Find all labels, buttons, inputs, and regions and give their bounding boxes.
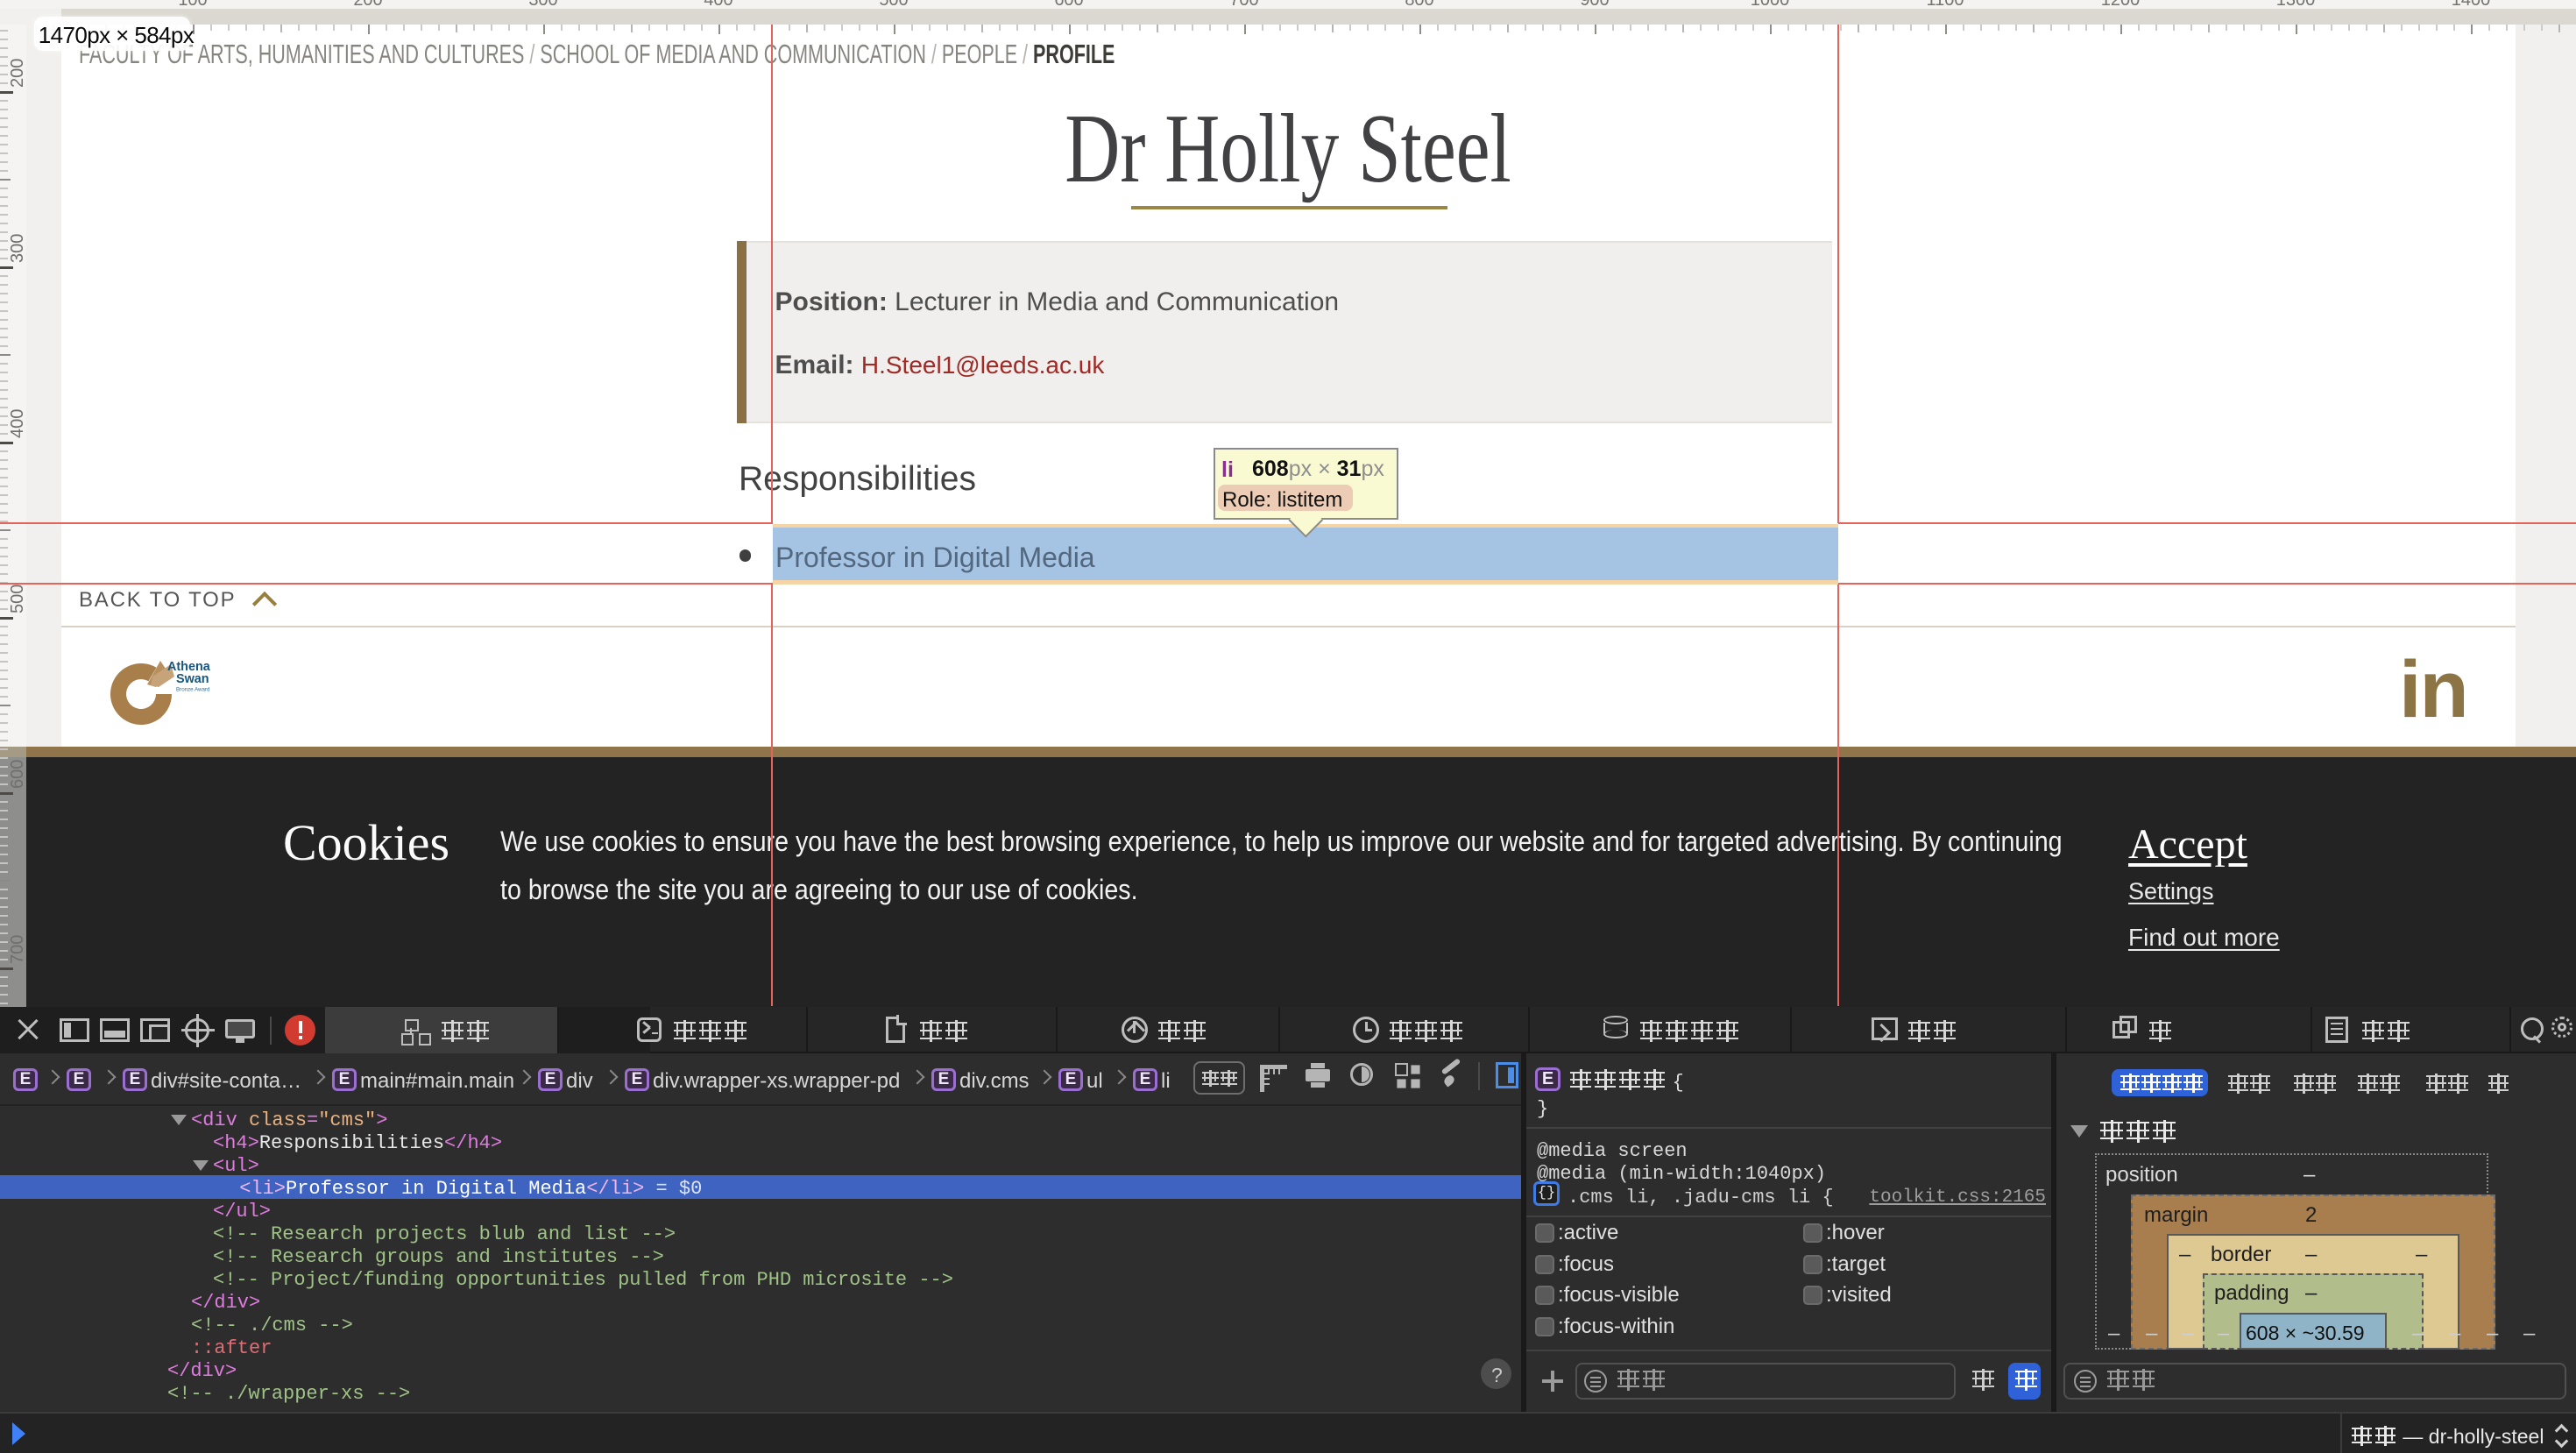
svg-text:Bronze Award: Bronze Award <box>176 687 210 693</box>
svg-text:Swan: Swan <box>176 672 209 686</box>
